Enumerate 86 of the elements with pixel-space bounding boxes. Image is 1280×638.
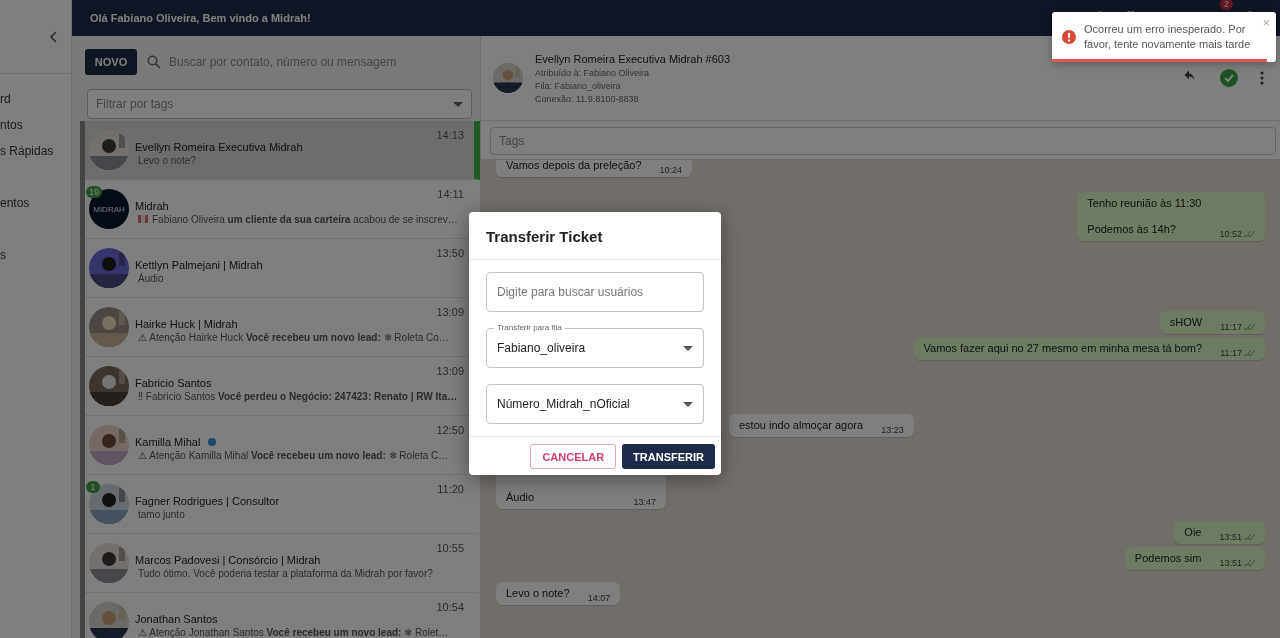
message-text: sHOW xyxy=(1169,316,1203,329)
message-text: Podemos sim xyxy=(1134,552,1202,565)
connection-text: Conexão: 11.9.8100-8838 xyxy=(535,93,640,104)
new-button[interactable]: NOVO xyxy=(85,49,137,75)
double-check-icon xyxy=(1244,230,1255,238)
ticket-time: 13:09 xyxy=(436,365,464,377)
contact-name: Kamilla Mihal xyxy=(135,435,201,448)
double-check-icon xyxy=(1244,533,1255,541)
message-text: Áudio xyxy=(506,491,535,504)
message-text: Vamos depois da preleção? xyxy=(506,160,642,172)
ticket-item[interactable]: 1 Fagner Rodrigues | Consultor tamo junto 11:20 xyxy=(85,475,480,534)
message-text: Tenho reunião às 11:30 Podemos às 14h? xyxy=(1087,197,1202,236)
message-time: 10:52 xyxy=(1219,229,1242,239)
ticket-time: 10:54 xyxy=(436,601,464,613)
connection-select[interactable]: Número_Midrah_nOficial xyxy=(486,384,704,424)
message-time: 11:17 xyxy=(1220,348,1242,358)
ticket-time: 10:55 xyxy=(436,542,464,554)
message-time: 14:07 xyxy=(587,593,611,603)
message-time: 11:17 xyxy=(1220,322,1242,332)
ticket-time: 13:50 xyxy=(436,247,464,259)
message-time: 13:51 xyxy=(1219,532,1242,542)
double-check-icon xyxy=(1244,559,1255,567)
user-search-field[interactable]: Digite para buscar usuários xyxy=(486,272,704,312)
cancel-button[interactable]: CANCELAR xyxy=(530,444,617,469)
message-text: Vamos fazer aqui no 27 mesmo em minha mesa tá bom? xyxy=(923,342,1203,355)
tag-filter-dropdown[interactable]: Filtrar por tags xyxy=(87,89,472,119)
message-preview: Fabiano Oliveira um cliente da sua carteira acabou de se inscrev… xyxy=(152,213,458,225)
error-icon xyxy=(1062,30,1076,44)
contact-name: Midrah xyxy=(135,199,169,212)
sidebar-item[interactable]: s xyxy=(0,248,71,274)
double-check-icon xyxy=(1244,323,1255,331)
ticket-item[interactable]: MIDRAH 19 Midrah Fabiano Oliveira um cliente da sua carteira acabou de se inscrev… 14:11 xyxy=(85,180,480,239)
dropdown-arrow-icon xyxy=(683,345,693,351)
message-time: 10:24 xyxy=(659,165,683,175)
check-circle-icon[interactable] xyxy=(1220,69,1238,87)
ticket-time: 14:13 xyxy=(436,129,464,141)
contact-name: Fabricio Santos xyxy=(135,376,212,389)
ticket-item[interactable]: Jonathan Santos ⚠ Atenção Jonathan Santos Você recebeu um novo lead: ❄ Rolet… 10:54 xyxy=(85,593,480,638)
message-time: 13:47 xyxy=(633,497,656,507)
ticket-time: 14:11 xyxy=(437,188,464,200)
message-preview: ⚠ Atenção Kamilla Mihal Você recebeu um novo lead: ❄ Roleta C… xyxy=(138,449,449,461)
message-preview: Áudio xyxy=(138,272,164,284)
unread-badge: 1 xyxy=(86,481,100,493)
ticket-item[interactable]: Marcos Padovesi | Consórcio | Midrah Tudo ótimo. Você poderia testar a plataforma da Midrah por favor? 10:55 xyxy=(85,534,480,593)
contact-name: Kettlyn Palmejani | Midrah xyxy=(135,258,263,271)
sidebar-item[interactable]: entos xyxy=(0,196,71,222)
message-preview: Tudo ótimo. Você poderia testar a plataforma da Midrah por favor? xyxy=(138,567,433,579)
unread-badge: 19 xyxy=(86,186,102,198)
message-preview: tamo junto xyxy=(138,508,185,520)
contact-name: Jonathan Santos xyxy=(135,612,218,625)
message-time: 13:51 xyxy=(1219,558,1242,568)
contact-name: Evellyn Romeira Executiva Midrah xyxy=(135,140,303,153)
dropdown-arrow-icon xyxy=(683,401,693,407)
assigned-text: Atribuído à: Fabiano Oliveira xyxy=(535,67,651,78)
dropdown-arrow-icon xyxy=(453,101,463,107)
contact-name: Fagner Rodrigues | Consultor xyxy=(135,494,280,507)
sidebar-item[interactable]: s Rápidas xyxy=(0,144,71,170)
ticket-time: 13:09 xyxy=(436,306,464,318)
transfer-button[interactable]: TRANSFERIR xyxy=(622,444,715,469)
ticket-item[interactable]: Evellyn Romeira Executiva Midrah Levo o note? 14:13 xyxy=(85,121,480,180)
sidebar-item[interactable]: rd xyxy=(0,92,71,118)
message-text: Levo o note? xyxy=(506,587,570,600)
double-check-icon xyxy=(1244,349,1255,357)
welcome-text: Olá Fabiano Oliveira, Bem vindo a Midrah! xyxy=(90,12,312,24)
contact-name: Marcos Padovesi | Consórcio | Midrah xyxy=(135,553,321,566)
chevron-left-icon[interactable] xyxy=(49,30,57,43)
ticket-time: 12:50 xyxy=(436,424,464,436)
message-time: 13:23 xyxy=(881,425,904,435)
message-text: Oie xyxy=(1184,526,1202,539)
notification-badge: 2 xyxy=(1220,0,1233,10)
message-preview: ‼ Fabricio Santos Você perdeu o Negócio: 247423: Renato | RW Ita… xyxy=(138,390,458,402)
message-preview: Levo o note? xyxy=(138,154,196,166)
chat-title: Evellyn Romeira Executiva Midrah #603 xyxy=(535,52,732,65)
contact-name: Hairke Huck | Midrah xyxy=(135,317,238,330)
message-text: estou indo almoçar agora xyxy=(739,419,864,432)
queue-text: Fila: Fabiano_oliveira xyxy=(535,80,622,91)
close-button[interactable]: × xyxy=(1262,15,1270,30)
message-preview: ⚠ Atenção Hairke Huck Você recebeu um novo lead: ❄ Roleta Co… xyxy=(138,331,449,343)
tags-field[interactable]: Tags xyxy=(490,127,1276,155)
dialog-title: Transferir Ticket xyxy=(469,212,721,260)
sidebar-item[interactable]: ntos xyxy=(0,118,71,144)
more-icon[interactable] xyxy=(1260,71,1264,85)
error-message: Ocorreu um erro inesperado. Por favor, tente novamente mais tarde xyxy=(1084,22,1252,52)
search-icon xyxy=(147,55,161,69)
message-preview: ⚠ Atenção Jonathan Santos Você recebeu um novo lead: ❄ Rolet… xyxy=(138,626,449,638)
ticket-time: 11:20 xyxy=(437,483,464,495)
